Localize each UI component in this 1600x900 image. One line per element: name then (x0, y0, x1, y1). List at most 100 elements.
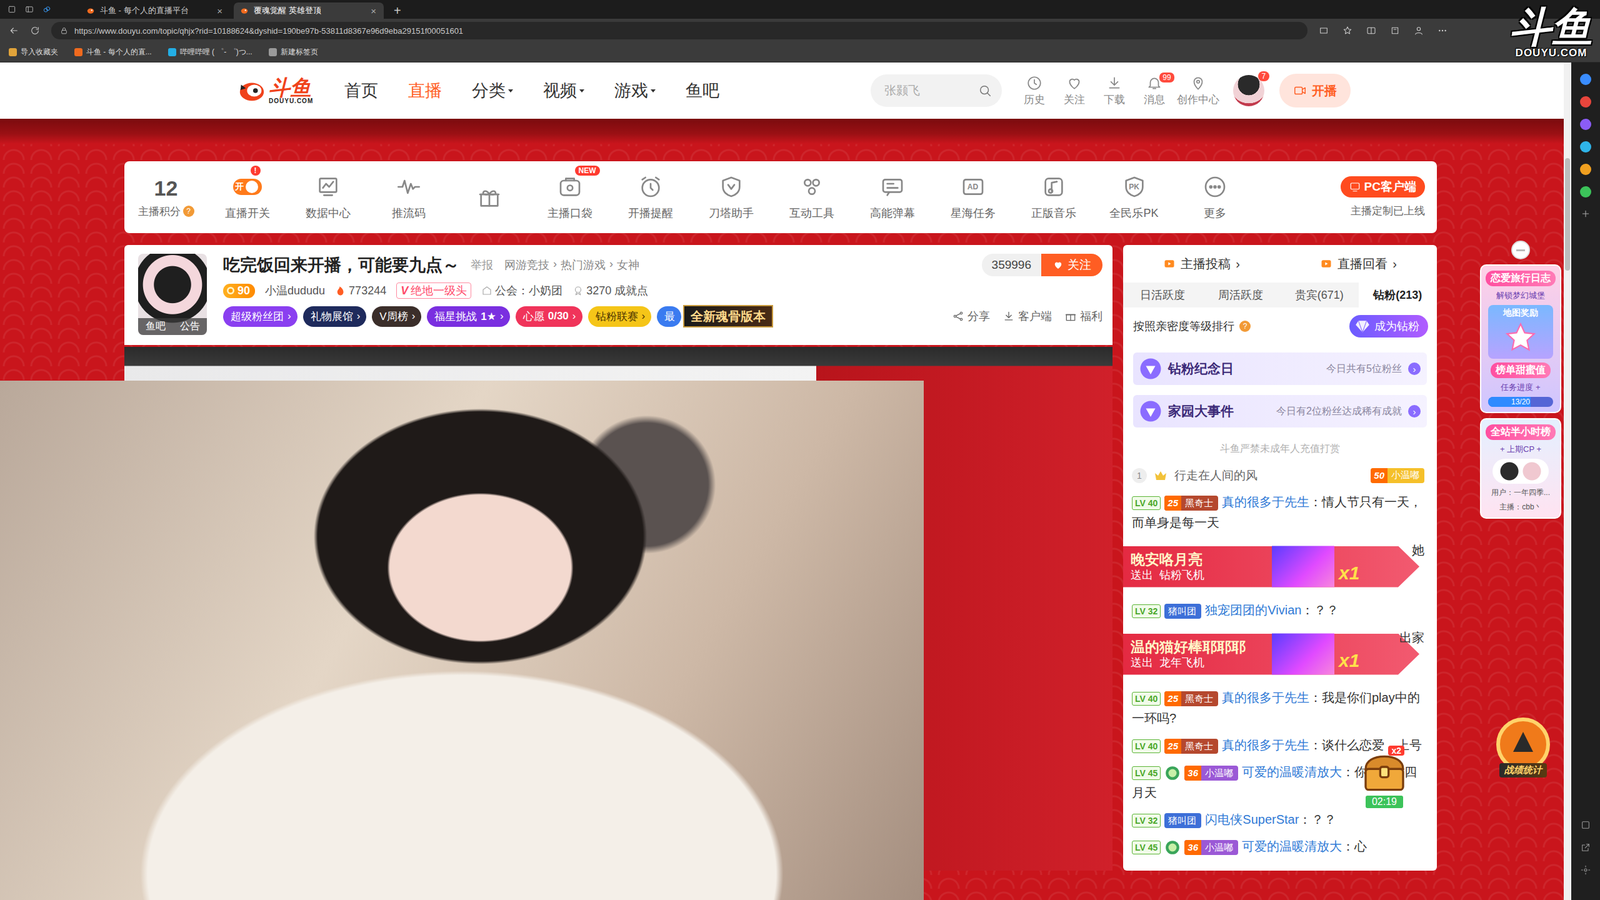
gift-sender[interactable]: 温的猫好棒耶耶耶 (1130, 638, 1246, 657)
avatar-tab[interactable]: 鱼吧 (145, 320, 166, 334)
chat-username[interactable]: 真的很多于先生 (1221, 690, 1310, 705)
bookmark[interactable]: 斗鱼 - 每个人的直... (74, 46, 152, 58)
fan-event-card[interactable]: 家园大事件今日有2位粉丝达成稀有成就› (1133, 395, 1427, 428)
sidebar-app-icon[interactable] (1580, 96, 1592, 108)
room-badge[interactable]: 礼物展馆› (303, 306, 367, 327)
url-field[interactable]: https://www.douyu.com/topic/qhjx?rid=101… (51, 21, 1308, 40)
avatar-tab[interactable]: 公告 (180, 320, 200, 334)
collapse-button[interactable] (1511, 240, 1530, 260)
panel-tab[interactable]: 贵宾(671) (1280, 282, 1359, 308)
category-link[interactable]: 热门游戏 (560, 257, 606, 273)
help-icon[interactable]: ? (183, 205, 195, 217)
join-diamond-button[interactable]: 成为钻粉 (1349, 315, 1429, 338)
tool-item[interactable]: 高能弹幕 (851, 174, 933, 221)
go-live-button[interactable]: 开播 (1279, 73, 1351, 108)
achievement[interactable]: 3270 成就点 (572, 283, 649, 299)
chat-username[interactable]: 真的很多于先生 (1221, 738, 1310, 752)
anchor-avatar[interactable]: 鱼吧公告 (138, 253, 207, 335)
anchor-score[interactable]: 12主播积分? (133, 176, 199, 219)
tool-item[interactable]: 正版音乐 (1013, 174, 1094, 221)
gift-sender[interactable]: 晚安咯月亮 (1130, 551, 1205, 569)
anchor-name[interactable]: 小温dududu (265, 283, 325, 299)
chat-username[interactable]: 可爱的温暖清放大 (1241, 839, 1342, 854)
room-action[interactable]: 分享 (951, 308, 990, 324)
tab-close-button[interactable]: × (369, 5, 378, 17)
chat-username[interactable]: 可爱的温暖清放大 (1241, 765, 1342, 779)
chat-username[interactable]: 闪电侠SuperStar (1205, 812, 1299, 827)
header-bell-button[interactable]: 消息99 (1136, 75, 1172, 107)
browser-tab[interactable]: 覆魂觉醒 英雄登顶× (233, 2, 384, 19)
nav-item[interactable]: 分类 (471, 75, 514, 106)
search-box[interactable] (870, 74, 1002, 107)
fan-badge[interactable]: 25黑奇士 (1164, 691, 1219, 707)
tool-item[interactable] (448, 185, 530, 210)
tool-item[interactable]: 开播提醒 (610, 174, 691, 221)
room-badge[interactable]: V周榜› (371, 306, 422, 327)
top-fan-name[interactable]: 行走在人间的风 (1174, 467, 1258, 484)
treasure-chest[interactable]: x202:19 (1355, 748, 1414, 809)
chat-username[interactable]: 真的很多于先生 (1221, 495, 1310, 509)
header-download-button[interactable]: 下载 (1096, 75, 1132, 107)
live-toggle[interactable]: 开 (233, 178, 262, 195)
nav-item[interactable]: 游戏 (614, 75, 656, 106)
search-input[interactable] (884, 83, 979, 98)
room-badge[interactable]: 最 (656, 306, 682, 327)
report-link[interactable]: 举报 (470, 257, 494, 273)
sidebar-app-icon[interactable] (1580, 118, 1592, 130)
pc-client-button[interactable]: PC客户端 (1340, 176, 1425, 198)
tab-close-button[interactable]: × (215, 5, 224, 17)
half-hour-rank-card[interactable]: 全站半小时榜+ 上期CP +用户：一年四季...主播：cbb丶 (1480, 418, 1562, 519)
fan-badge[interactable]: 25黑奇士 (1164, 738, 1219, 754)
bookmark[interactable]: 新建标签页 (268, 46, 319, 58)
sidebar-app-icon[interactable] (1580, 141, 1592, 153)
fan-badge[interactable]: 36小温嘟 (1184, 765, 1239, 781)
tool-item[interactable]: 推流码 (368, 174, 449, 221)
fan-badge[interactable]: 36小温嘟 (1184, 840, 1239, 855)
fan-event-card[interactable]: 钻粉纪念日今日共有5位粉丝› (1133, 352, 1427, 385)
scrollbar[interactable] (1563, 62, 1572, 900)
follow-button[interactable]: 关注 (1041, 253, 1103, 277)
category-link[interactable]: 女神 (616, 257, 640, 273)
room-badge[interactable]: 心愿0/30› (515, 306, 583, 327)
room-action[interactable]: 福利 (1064, 308, 1103, 324)
tool-item[interactable]: NEW主播口袋 (529, 174, 610, 221)
douyu-logo[interactable]: 斗鱼DOUYU.COM (237, 76, 314, 105)
nav-item[interactable]: 首页 (344, 75, 379, 106)
browser-tab[interactable]: 斗鱼 - 每个人的直播平台× (80, 2, 230, 19)
anchor-tag[interactable]: V绝地一级头 (396, 282, 472, 299)
panel-tab[interactable]: 钻粉(213) (1358, 282, 1438, 308)
user-avatar[interactable]: 7 (1233, 75, 1265, 107)
header-pin-button[interactable]: 创作中心 (1176, 75, 1220, 107)
room-badge[interactable]: 福星挑战1★› (426, 306, 510, 327)
help-icon[interactable]: ? (1239, 320, 1251, 332)
tool-item[interactable]: 更多 (1174, 174, 1255, 221)
fan-badge[interactable]: 25黑奇士 (1164, 495, 1219, 511)
header-clock-button[interactable]: 历史 (1016, 75, 1052, 107)
bookmark[interactable]: 哔哩哔哩 ( ゜- ゜)つ... (168, 46, 253, 58)
tool-item[interactable]: 开!直播开关 (206, 174, 288, 221)
chat-username[interactable]: 独宠团团的Vivian (1205, 603, 1302, 617)
room-badge[interactable]: 钻粉联赛› (588, 306, 652, 327)
tool-item[interactable]: PK全民乐PK (1093, 174, 1175, 221)
nav-item[interactable]: 直播 (408, 75, 442, 106)
nav-item[interactable]: 视频 (543, 75, 585, 106)
sidebar-app-icon[interactable] (1580, 163, 1592, 175)
panel-tab[interactable]: 日活跃度 (1123, 282, 1202, 308)
room-action[interactable]: 客户端 (1002, 308, 1052, 324)
tool-item[interactable]: 刀塔助手 (690, 174, 772, 221)
love-journal-card[interactable]: 恋爱旅行日志解锁梦幻城堡地图奖励榜单甜蜜值任务进度 +13/20 (1480, 264, 1562, 414)
panel-link[interactable]: 直播回看› (1280, 255, 1437, 273)
battle-stats-widget[interactable]: 战绩统计 (1485, 714, 1562, 778)
sidebar-app-icon[interactable] (1580, 73, 1592, 85)
category-link[interactable]: 网游竞技 (504, 257, 550, 273)
room-badge[interactable]: 超级粉丝团› (223, 306, 298, 327)
new-tab-button[interactable]: + (387, 2, 408, 19)
event-banner[interactable]: 全新魂骨版本 (683, 305, 774, 328)
fan-badge[interactable]: 猪叫团 (1164, 813, 1202, 829)
nav-item[interactable]: 鱼吧 (685, 75, 720, 106)
tool-item[interactable]: AD星海任务 (932, 174, 1014, 221)
tool-item[interactable]: 数据中心 (287, 174, 369, 221)
sidebar-app-icon[interactable] (1580, 186, 1592, 198)
scrollbar-thumb[interactable] (1565, 158, 1570, 271)
header-heart-button[interactable]: 关注 (1056, 75, 1092, 107)
